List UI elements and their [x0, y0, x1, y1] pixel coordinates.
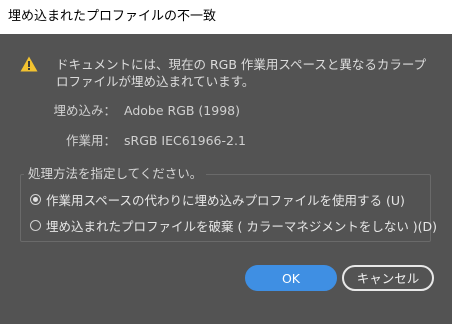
embedded-profile-row: 埋め込み： Adobe RGB (1998) [0, 100, 240, 119]
radio-discard-profile-indicator[interactable] [30, 220, 41, 231]
warning-icon [20, 56, 38, 72]
working-space-value: sRGB IEC61966-2.1 [124, 133, 246, 148]
radio-use-embedded[interactable]: 作業用スペースの代わりに埋め込みプロファイルを使用する (U) [30, 190, 405, 209]
profile-mismatch-dialog: ドキュメントには、現在の RGB 作業用スペースと異なるカラープロファイルが埋め… [0, 34, 452, 324]
radio-use-embedded-label[interactable]: 作業用スペースの代わりに埋め込みプロファイルを使用する (U) [46, 190, 405, 209]
radio-discard-profile-label[interactable]: 埋め込まれたプロファイルを破棄 ( カラーマネジメントをしない )(D) [46, 216, 437, 235]
warning-message: ドキュメントには、現在の RGB 作業用スペースと異なるカラープロファイルが埋め… [56, 57, 427, 89]
window-title-bar: 埋め込まれたプロファイルの不一致 [0, 0, 452, 34]
window-title: 埋め込まれたプロファイルの不一致 [8, 9, 217, 24]
radio-use-embedded-indicator[interactable] [30, 194, 41, 205]
cancel-button[interactable]: キャンセル [342, 265, 434, 291]
ok-button[interactable]: OK [245, 265, 337, 291]
working-space-row: 作業用： sRGB IEC61966-2.1 [0, 130, 246, 149]
embedded-profile-label: 埋め込み： [53, 103, 116, 118]
working-space-label: 作業用： [65, 133, 116, 148]
embedded-profile-value: Adobe RGB (1998) [124, 103, 240, 118]
options-group-title: 処理方法を指定してください。 [24, 163, 207, 182]
radio-discard-profile[interactable]: 埋め込まれたプロファイルを破棄 ( カラーマネジメントをしない )(D) [30, 216, 437, 235]
